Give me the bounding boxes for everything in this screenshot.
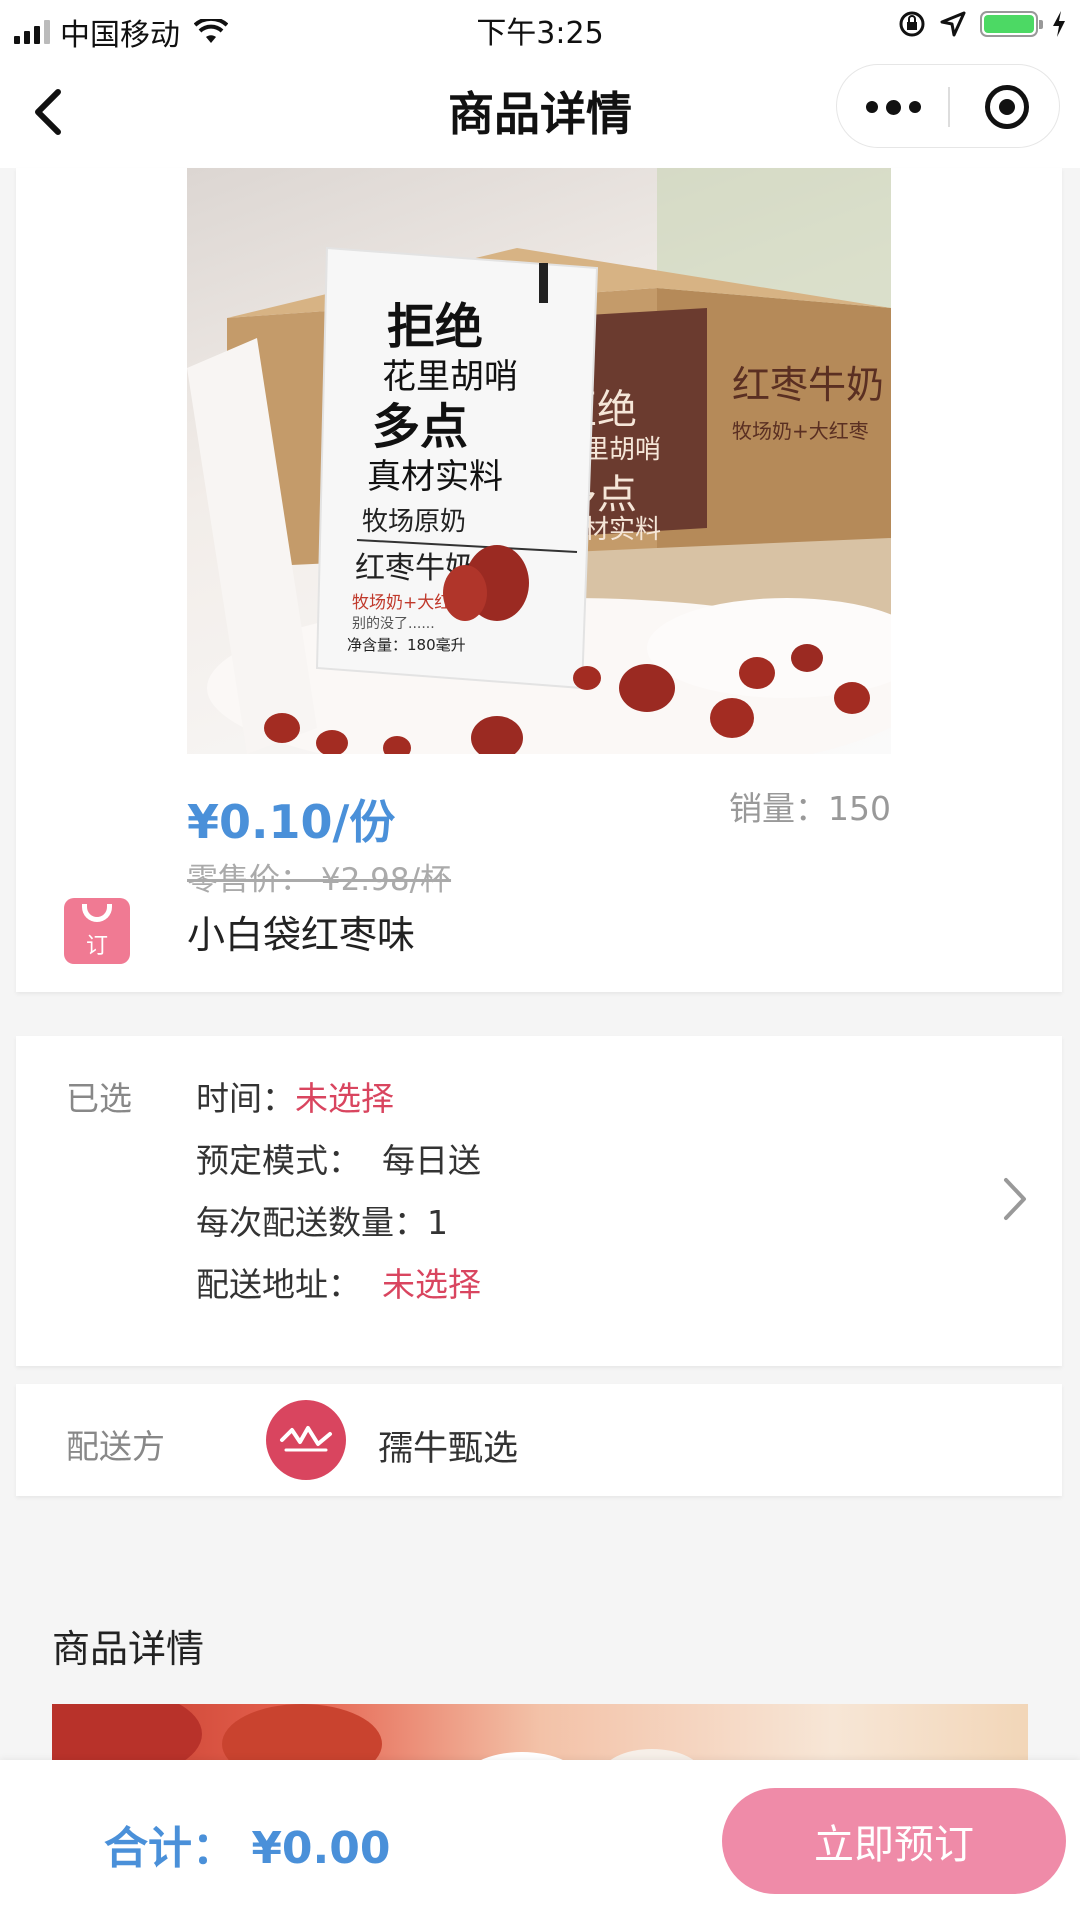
pack-text-9: 净含量：180毫升 [347,636,466,654]
mode-value: 每日送 [381,1141,481,1180]
pack-text-4: 真材实料 [367,457,503,497]
product-image[interactable]: 拒绝 花里胡哨 多点 真材实料 红枣牛奶 牧场奶+大红枣 拒绝 花里胡哨 多点 … [187,168,891,754]
total-price: 合计： ¥0.00 [104,1823,391,1874]
nav-bar: 商品详情 [0,56,1080,168]
charging-icon [1053,11,1065,37]
pack-text-1: 拒绝 [387,299,483,355]
location-icon [940,11,966,37]
sales-count: 销量：150 [729,789,891,828]
box-sub: 牧场奶+大红枣 [732,419,869,443]
bottom-bar: 合计： ¥0.00 立即预订 [0,1760,1080,1920]
status-bar: 中国移动 下午3:25 [0,0,1080,56]
status-right [898,10,1066,38]
selection-card[interactable]: 已选 时间：未选择 预定模式： 每日送 每次配送数量：1 配送地址： 未选择 [16,1036,1062,1366]
more-menu-icon[interactable] [837,65,949,149]
selected-label: 已选 [66,1079,132,1118]
quantity-row: 每次配送数量：1 [196,1196,448,1244]
details-section-title: 商品详情 [52,1627,205,1671]
product-name: 小白袋红枣味 [187,913,416,957]
mode-label: 预定模式： [196,1141,361,1180]
quantity-label: 每次配送数量： [196,1203,427,1242]
address-value: 未选择 [381,1265,481,1304]
chevron-right-icon[interactable] [998,1174,1032,1224]
pack-text-2: 花里胡哨 [382,357,518,397]
quantity-value: 1 [427,1203,448,1242]
provider-label: 配送方 [66,1427,165,1466]
capsule-divider [948,87,950,127]
retail-price: 零售价： ¥2.98/杯 [187,862,452,898]
order-badge-icon: 订 [64,898,130,964]
time-row: 时间：未选择 [196,1072,394,1120]
time-label: 时间： [196,1079,295,1118]
time-value: 未选择 [295,1079,394,1118]
product-card: 拒绝 花里胡哨 多点 真材实料 红枣牛奶 牧场奶+大红枣 拒绝 花里胡哨 多点 … [16,168,1062,992]
close-target-icon[interactable] [985,85,1029,129]
rotation-lock-icon [899,11,925,37]
product-illustration: 拒绝 花里胡哨 多点 真材实料 红枣牛奶 牧场奶+大红枣 拒绝 花里胡哨 多点 … [187,168,891,754]
provider-logo-mark [280,1426,332,1452]
provider-card[interactable]: 配送方 孺牛甄选 [16,1384,1062,1496]
provider-logo [266,1400,346,1480]
address-row: 配送地址： 未选择 [196,1258,481,1306]
badge-smile [82,904,112,922]
mini-program-capsule [836,64,1060,148]
product-price: ¥0.10/份 [187,795,396,849]
pack-text-3: 多点 [372,399,468,455]
address-label: 配送地址： [196,1265,361,1304]
box-title: 红枣牛奶 [732,363,884,407]
pack-text-5: 牧场原奶 [362,507,466,537]
mode-row: 预定模式： 每日送 [196,1134,481,1182]
battery-icon [980,11,1043,37]
book-now-button[interactable]: 立即预订 [722,1788,1066,1894]
provider-name: 孺牛甄选 [378,1429,519,1469]
pack-text-8: 别的没了...... [352,616,435,632]
badge-text: 订 [85,934,108,959]
